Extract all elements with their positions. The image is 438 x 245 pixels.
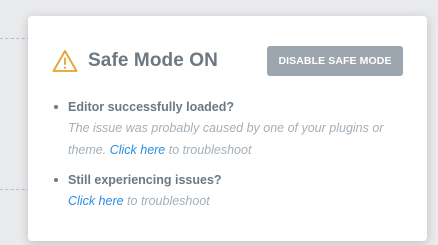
troubleshoot-link[interactable]: Click here — [68, 194, 124, 208]
troubleshoot-list: Editor successfully loaded? The issue wa… — [52, 98, 404, 222]
troubleshoot-link[interactable]: Click here — [110, 143, 166, 157]
dialog-header: Safe Mode ON Disable Safe Mode — [28, 16, 427, 106]
bullet-icon — [54, 105, 58, 109]
item-description-line1: The issue was probably caused by one of … — [68, 121, 384, 135]
dialog-title: Safe Mode ON — [88, 50, 218, 71]
item-description: The issue was probably caused by one of … — [68, 117, 404, 161]
item-title: Still experiencing issues? — [68, 173, 222, 187]
warning-triangle-icon — [52, 49, 78, 73]
safe-mode-dialog: Safe Mode ON Disable Safe Mode Editor su… — [28, 16, 427, 241]
item-description-suffix: to troubleshoot — [165, 143, 252, 157]
item-description: Click here to troubleshoot — [68, 190, 404, 212]
bullet-icon — [54, 178, 58, 182]
backdrop-divider-top — [0, 38, 30, 39]
list-item: Editor successfully loaded? The issue wa… — [52, 98, 404, 161]
item-title: Editor successfully loaded? — [68, 100, 235, 114]
item-description-suffix: to troubleshoot — [123, 194, 210, 208]
disable-safe-mode-button[interactable]: Disable Safe Mode — [267, 46, 403, 76]
backdrop-divider-bottom — [0, 189, 30, 190]
item-description-prefix: theme. — [68, 143, 110, 157]
list-item: Still experiencing issues? Click here to… — [52, 171, 404, 212]
